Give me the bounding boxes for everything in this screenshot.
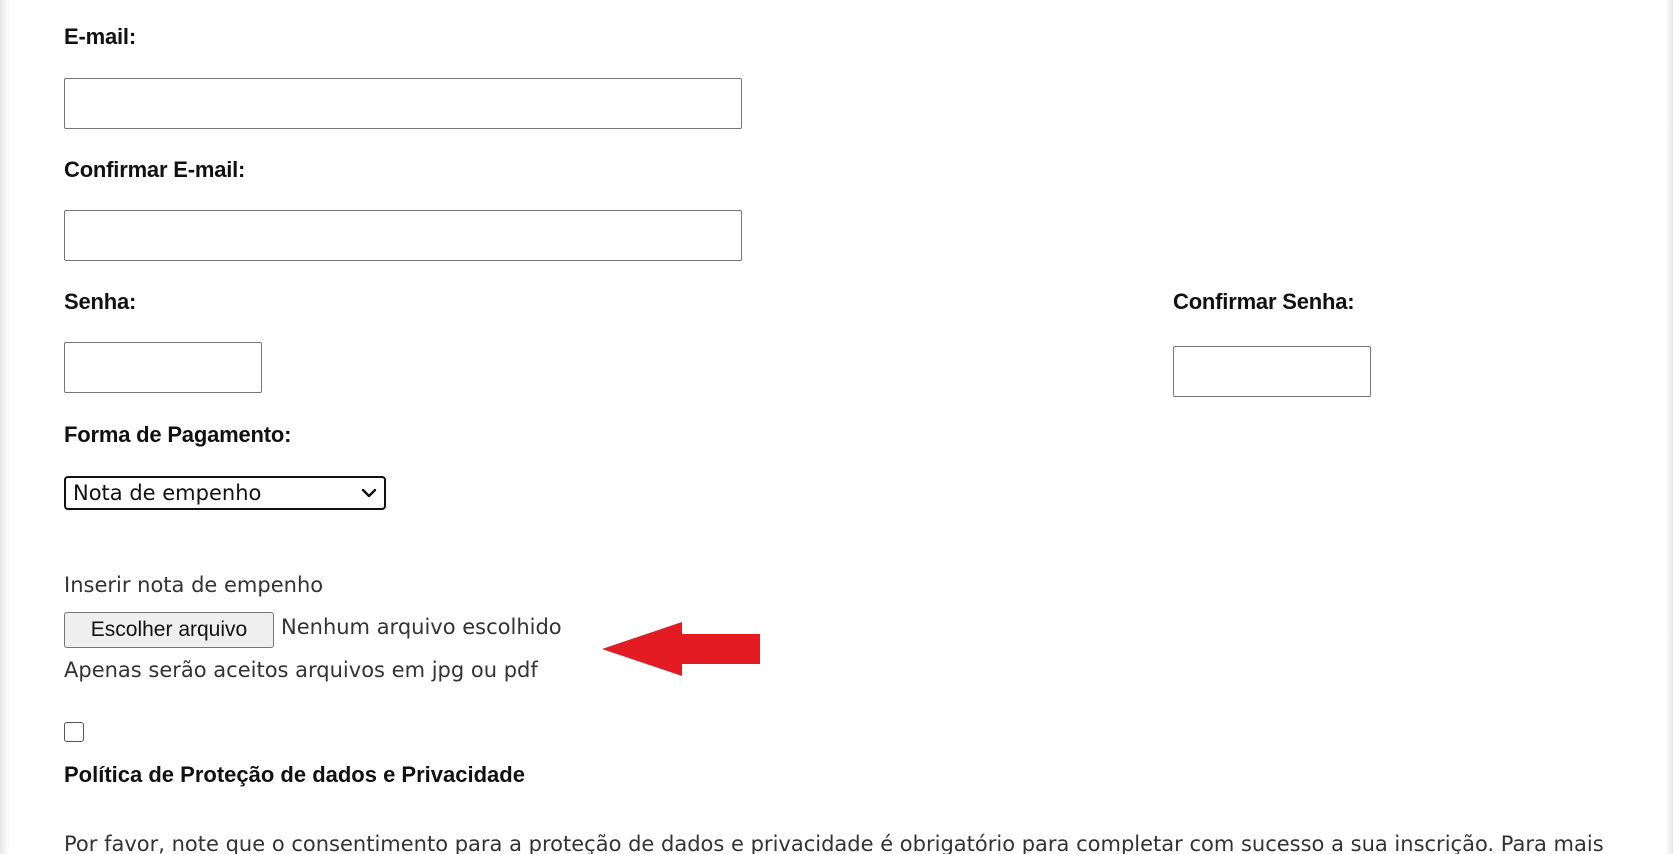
right-edge-shadow (1665, 0, 1673, 854)
chevron-down-icon (361, 488, 377, 498)
payment-method-select[interactable]: Nota de empenho (64, 476, 386, 510)
confirm-password-label: Confirmar Senha: (1173, 289, 1355, 314)
file-status-text: Nenhum arquivo escolhido (281, 615, 562, 639)
left-edge-shadow (0, 0, 10, 854)
consent-checkbox[interactable] (64, 722, 84, 742)
consent-text: Por favor, note que o consentimento para… (64, 832, 1604, 854)
email-label: E-mail: (64, 24, 136, 49)
choose-file-button[interactable]: Escolher arquivo (64, 612, 274, 648)
upload-label: Inserir nota de empenho (64, 573, 324, 597)
password-label: Senha: (64, 289, 137, 314)
password-field[interactable] (64, 342, 262, 393)
confirm-password-field[interactable] (1173, 346, 1371, 397)
payment-method-label: Forma de Pagamento: (64, 422, 292, 447)
file-format-hint: Apenas serão aceitos arquivos em jpg ou … (64, 658, 538, 682)
privacy-policy-title: Política de Proteção de dados e Privacid… (64, 762, 525, 787)
confirm-email-field[interactable] (64, 210, 742, 261)
confirm-email-label: Confirmar E-mail: (64, 157, 246, 182)
payment-method-selected: Nota de empenho (73, 481, 262, 505)
registration-page: E-mail: Confirmar E-mail: Senha: Confirm… (0, 0, 1673, 854)
arrow-left-icon (602, 622, 760, 676)
email-field[interactable] (64, 78, 742, 129)
